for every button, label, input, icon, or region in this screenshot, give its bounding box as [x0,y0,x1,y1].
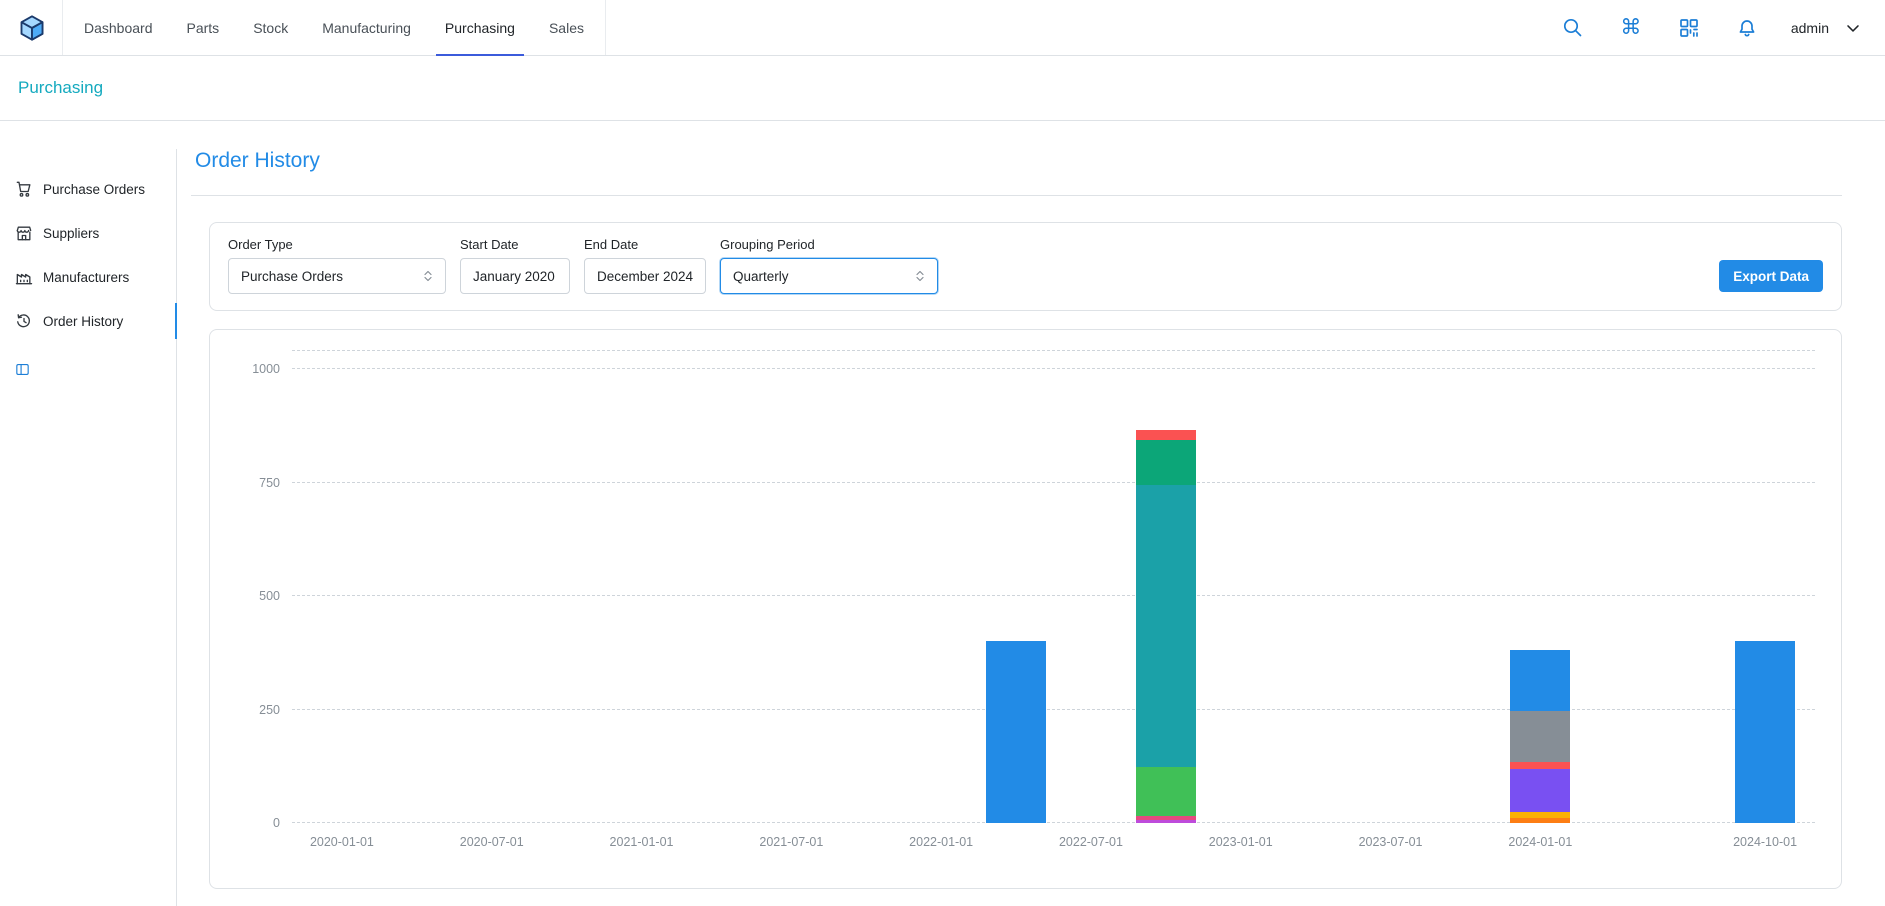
selector-icon [911,267,929,285]
main-nav-tabs: Dashboard Parts Stock Manufacturing Purc… [62,0,606,55]
building-store-icon [14,223,34,243]
export-data-button[interactable]: Export Data [1719,260,1823,292]
building-factory-icon [14,267,34,287]
breadcrumb-purchasing[interactable]: Purchasing [18,78,103,98]
chart-bar[interactable] [986,351,1046,823]
chart-y-tick-label: 0 [273,816,280,830]
chart-x-tick-label: 2024-10-01 [1733,835,1797,849]
chart-x-axis: 2020-01-01 2020-07-01 2021-01-01 2021-07-01… [292,823,1815,853]
chart-bar-segment [1136,485,1196,766]
sidebar-item-purchase-orders[interactable]: Purchase Orders [14,167,176,211]
chart-bar-segment [1735,641,1795,823]
end-date-label: End Date [584,237,706,252]
grouping-period-label: Grouping Period [720,237,938,252]
sidebar: Purchase Orders Suppliers Manufacturers … [0,149,177,906]
chart-bar-segment [1136,767,1196,816]
chart-bar-segment [986,641,1046,823]
chart-x-tick-label: 2022-07-01 [1059,835,1123,849]
chart-gridline: 500 [292,595,1815,596]
chart-plot-area: 02505007501000 [292,350,1815,823]
chart-gridline: 250 [292,709,1815,710]
chart-bar-segment [1510,711,1570,762]
order-history-chart-card: 0 250 500 750 1000 2020-01-01 2020-07-01 2021-… [209,329,1842,889]
chart-y-tick-label: 500 [259,589,280,603]
navbar-spacer [606,0,1559,55]
user-menu[interactable]: admin [1791,18,1863,38]
sidebar-item-label: Suppliers [43,226,99,241]
grouping-period-field: Grouping Period Quarterly [720,237,938,294]
chart-x-tick-label: 2022-01-01 [909,835,973,849]
grouping-period-value: Quarterly [733,269,789,284]
sidebar-item-manufacturers[interactable]: Manufacturers [14,255,176,299]
breadcrumb: Purchasing [0,56,1885,121]
chart-bar-segment [1136,440,1196,485]
order-type-select[interactable]: Purchase Orders [228,258,446,294]
qrcode-icon[interactable] [1675,14,1703,42]
chart-x-tick-label: 2023-07-01 [1359,835,1423,849]
nav-tab-sales[interactable]: Sales [532,0,601,55]
nav-tab-parts[interactable]: Parts [170,0,237,55]
filter-panel: Order Type Purchase Orders Start Date En… [209,222,1842,311]
chart-x-tick-label: 2020-01-01 [310,835,374,849]
chart-y-tick-label: 750 [259,476,280,490]
chart-bar-segment [1510,650,1570,712]
end-date-input[interactable] [584,258,706,294]
bell-icon[interactable] [1733,14,1761,42]
chart-x-tick-label: 2021-07-01 [759,835,823,849]
order-type-field: Order Type Purchase Orders [228,237,446,294]
order-type-value: Purchase Orders [241,269,343,284]
chart-x-tick-label: 2020-07-01 [460,835,524,849]
app-logo-icon [18,14,46,42]
chart-x-tick-label: 2023-01-01 [1209,835,1273,849]
chart-bar[interactable] [1735,351,1795,823]
order-history-chart: 02505007501000 2020-01-012020-07-012021-… [292,350,1815,853]
layout-sidebar-icon[interactable] [14,357,38,381]
chart-y-tick-label: 250 [259,703,280,717]
sidebar-item-label: Order History [43,314,123,329]
app-logo[interactable] [18,0,46,55]
sidebar-item-suppliers[interactable]: Suppliers [14,211,176,255]
end-date-field: End Date [584,237,706,294]
order-type-label: Order Type [228,237,446,252]
chevron-down-icon [1843,18,1863,38]
nav-tab-dashboard[interactable]: Dashboard [67,0,170,55]
chart-bar-segment [1510,769,1570,813]
shopping-cart-icon [14,179,34,199]
chart-x-tick-label: 2024-01-01 [1508,835,1572,849]
history-icon [14,311,34,331]
start-date-field: Start Date [460,237,570,294]
page-title: Order History [191,149,1842,173]
sidebar-item-label: Manufacturers [43,270,129,285]
navbar-actions: ⌘ admin [1559,0,1863,55]
start-date-label: Start Date [460,237,570,252]
username-label: admin [1791,20,1829,36]
chart-y-tick-label: 1000 [252,362,280,376]
sidebar-item-label: Purchase Orders [43,182,145,197]
chart-bar[interactable] [1136,351,1196,823]
chart-gridline: 750 [292,482,1815,483]
chart-bar-segment [1136,430,1196,440]
chart-x-tick-label: 2021-01-01 [610,835,674,849]
selector-icon [419,267,437,285]
command-icon[interactable]: ⌘ [1617,14,1645,42]
nav-tab-purchasing[interactable]: Purchasing [428,0,532,55]
top-navbar: Dashboard Parts Stock Manufacturing Purc… [0,0,1885,56]
nav-tab-manufacturing[interactable]: Manufacturing [305,0,428,55]
grouping-period-select[interactable]: Quarterly [720,258,938,294]
start-date-input[interactable] [460,258,570,294]
content-area: Purchase Orders Suppliers Manufacturers … [0,121,1885,906]
main-panel: Order History Order Type Purchase Orders… [177,149,1885,906]
chart-gridline: 1000 [292,368,1815,369]
title-divider [191,195,1842,196]
search-icon[interactable] [1559,14,1587,42]
chart-bar[interactable] [1510,351,1570,823]
sidebar-item-order-history[interactable]: Order History [14,299,176,343]
nav-tab-stock[interactable]: Stock [236,0,305,55]
